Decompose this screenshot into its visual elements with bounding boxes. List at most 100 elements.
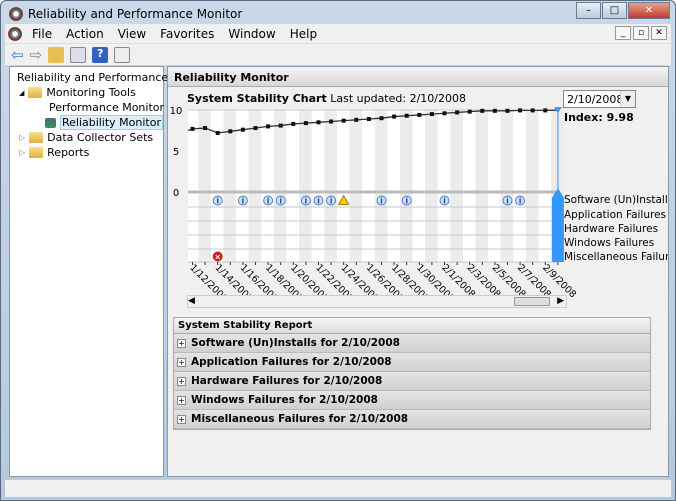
info-icon-glyph: i <box>330 197 333 206</box>
close-button[interactable]: ✕ <box>628 2 670 19</box>
forward-icon[interactable]: ⇨ <box>30 46 43 64</box>
column-band <box>475 110 489 262</box>
mdi-close-button[interactable]: ✕ <box>651 26 667 40</box>
window-title: Reliability and Performance Monitor <box>28 7 243 21</box>
info-icon-glyph: i <box>519 197 522 206</box>
maximize-button[interactable]: □ <box>602 2 627 19</box>
scrollbar-thumb[interactable] <box>514 297 550 306</box>
selection-bar <box>551 188 564 262</box>
menu-favorites[interactable]: Favorites <box>153 27 221 41</box>
data-point <box>530 108 535 113</box>
expand-icon[interactable]: + <box>177 357 186 367</box>
report-row-label: Hardware Failures for 2/10/2008 <box>191 375 383 387</box>
show-action-pane-icon[interactable] <box>114 46 131 63</box>
error-icon-glyph: × <box>214 253 221 262</box>
column-band <box>299 110 312 262</box>
report-row-hardware-failures[interactable]: + Hardware Failures for 2/10/2008 <box>174 372 650 391</box>
tree-item-root[interactable]: Reliability and Performance <box>10 70 168 85</box>
tree-label: Performance Monitor <box>49 101 165 114</box>
info-icon-glyph: i <box>305 197 308 206</box>
data-point <box>329 119 334 124</box>
expand-icon[interactable]: + <box>177 338 186 348</box>
tree-item-reports[interactable]: ▷ Reports <box>10 145 163 160</box>
data-point <box>278 123 283 128</box>
report-row-windows-failures[interactable]: + Windows Failures for 2/10/2008 <box>174 391 650 410</box>
data-point <box>303 121 308 126</box>
data-point <box>518 108 523 113</box>
expand-icon[interactable]: + <box>177 376 186 386</box>
report-row-label: Miscellaneous Failures for 2/10/2008 <box>191 413 409 425</box>
expand-icon[interactable]: + <box>177 414 186 424</box>
show-hide-tree-icon[interactable] <box>70 46 87 63</box>
navigation-tree: Reliability and Performance ◢ Monitoring … <box>9 66 168 477</box>
data-point <box>203 126 208 131</box>
tree-label: Data Collector Sets <box>47 131 154 144</box>
folder-icon <box>29 147 44 158</box>
system-menu-icon[interactable] <box>8 26 22 41</box>
minimize-button[interactable]: – <box>576 2 601 19</box>
data-point <box>492 108 497 113</box>
y-tick-label: 5 <box>173 147 179 158</box>
app-window: Reliability and Performance Monitor – □ … <box>0 0 676 501</box>
data-point <box>316 120 321 125</box>
info-icon-glyph: i <box>380 197 383 206</box>
menu-window[interactable]: Window <box>221 27 282 41</box>
back-icon[interactable]: ⇦ <box>11 46 24 64</box>
data-point <box>429 112 434 117</box>
tree-item-monitoring-tools[interactable]: ◢ Monitoring Tools <box>10 85 163 100</box>
event-row-label: Application Failures <box>564 209 666 221</box>
menu-file[interactable]: File <box>25 27 59 41</box>
column-band <box>450 110 463 262</box>
menu-action[interactable]: Action <box>59 27 111 41</box>
data-point <box>392 114 397 119</box>
data-point <box>467 109 472 114</box>
y-tick-label: 0 <box>173 188 179 199</box>
pane-header: Reliability Monitor <box>168 67 668 87</box>
column-band <box>198 110 211 262</box>
data-point <box>215 130 220 135</box>
data-point <box>240 127 245 132</box>
data-point <box>505 108 510 113</box>
expanded-arrow-icon[interactable]: ◢ <box>19 89 24 97</box>
y-tick-label: 10 <box>170 106 183 117</box>
collapsed-arrow-icon[interactable]: ▷ <box>19 133 25 142</box>
report-header: System Stability Report <box>174 318 650 334</box>
report-row-label: Windows Failures for 2/10/2008 <box>191 394 378 406</box>
column-band <box>349 110 363 262</box>
report-row-misc-failures[interactable]: + Miscellaneous Failures for 2/10/2008 <box>174 410 650 429</box>
data-point <box>442 111 447 116</box>
info-icon-glyph: i <box>317 197 320 206</box>
event-row-label: Miscellaneous Failures <box>564 251 668 263</box>
expand-icon[interactable]: + <box>177 395 186 405</box>
help-icon[interactable]: ? <box>92 46 109 63</box>
menu-view[interactable]: View <box>111 27 153 41</box>
reliability-monitor-icon <box>45 117 56 128</box>
status-bar <box>5 479 671 497</box>
info-icon-glyph: i <box>443 197 446 206</box>
menu-help[interactable]: Help <box>283 27 324 41</box>
mdi-minimize-button[interactable]: _ <box>615 26 631 40</box>
up-folder-icon[interactable] <box>48 46 65 63</box>
report-row-software-installs[interactable]: + Software (Un)Installs for 2/10/2008 <box>174 334 650 353</box>
event-row-label: Software (Un)Installs <box>564 194 668 206</box>
data-point <box>455 110 460 115</box>
chart-scrollbar[interactable]: ◀ ▶ <box>187 295 567 308</box>
scroll-right-icon[interactable]: ▶ <box>557 296 564 306</box>
column-band <box>248 110 262 262</box>
mdi-restore-button[interactable]: ▫ <box>633 26 649 40</box>
data-point <box>417 112 422 117</box>
data-point <box>291 121 296 126</box>
column-band <box>399 110 413 262</box>
report-row-application-failures[interactable]: + Application Failures for 2/10/2008 <box>174 353 650 372</box>
scroll-left-icon[interactable]: ◀ <box>188 296 195 306</box>
column-band <box>273 110 287 262</box>
tree-item-reliability-monitor[interactable]: Reliability Monitor <box>10 115 163 130</box>
collapsed-arrow-icon[interactable]: ▷ <box>19 148 25 157</box>
tree-item-data-collector-sets[interactable]: ▷ Data Collector Sets <box>10 130 163 145</box>
column-band <box>525 110 539 262</box>
info-icon-glyph: i <box>267 197 270 206</box>
data-point <box>379 116 384 121</box>
tree-item-performance-monitor[interactable]: Performance Monitor <box>10 100 165 115</box>
column-band <box>500 110 514 262</box>
folder-icon <box>29 132 44 143</box>
